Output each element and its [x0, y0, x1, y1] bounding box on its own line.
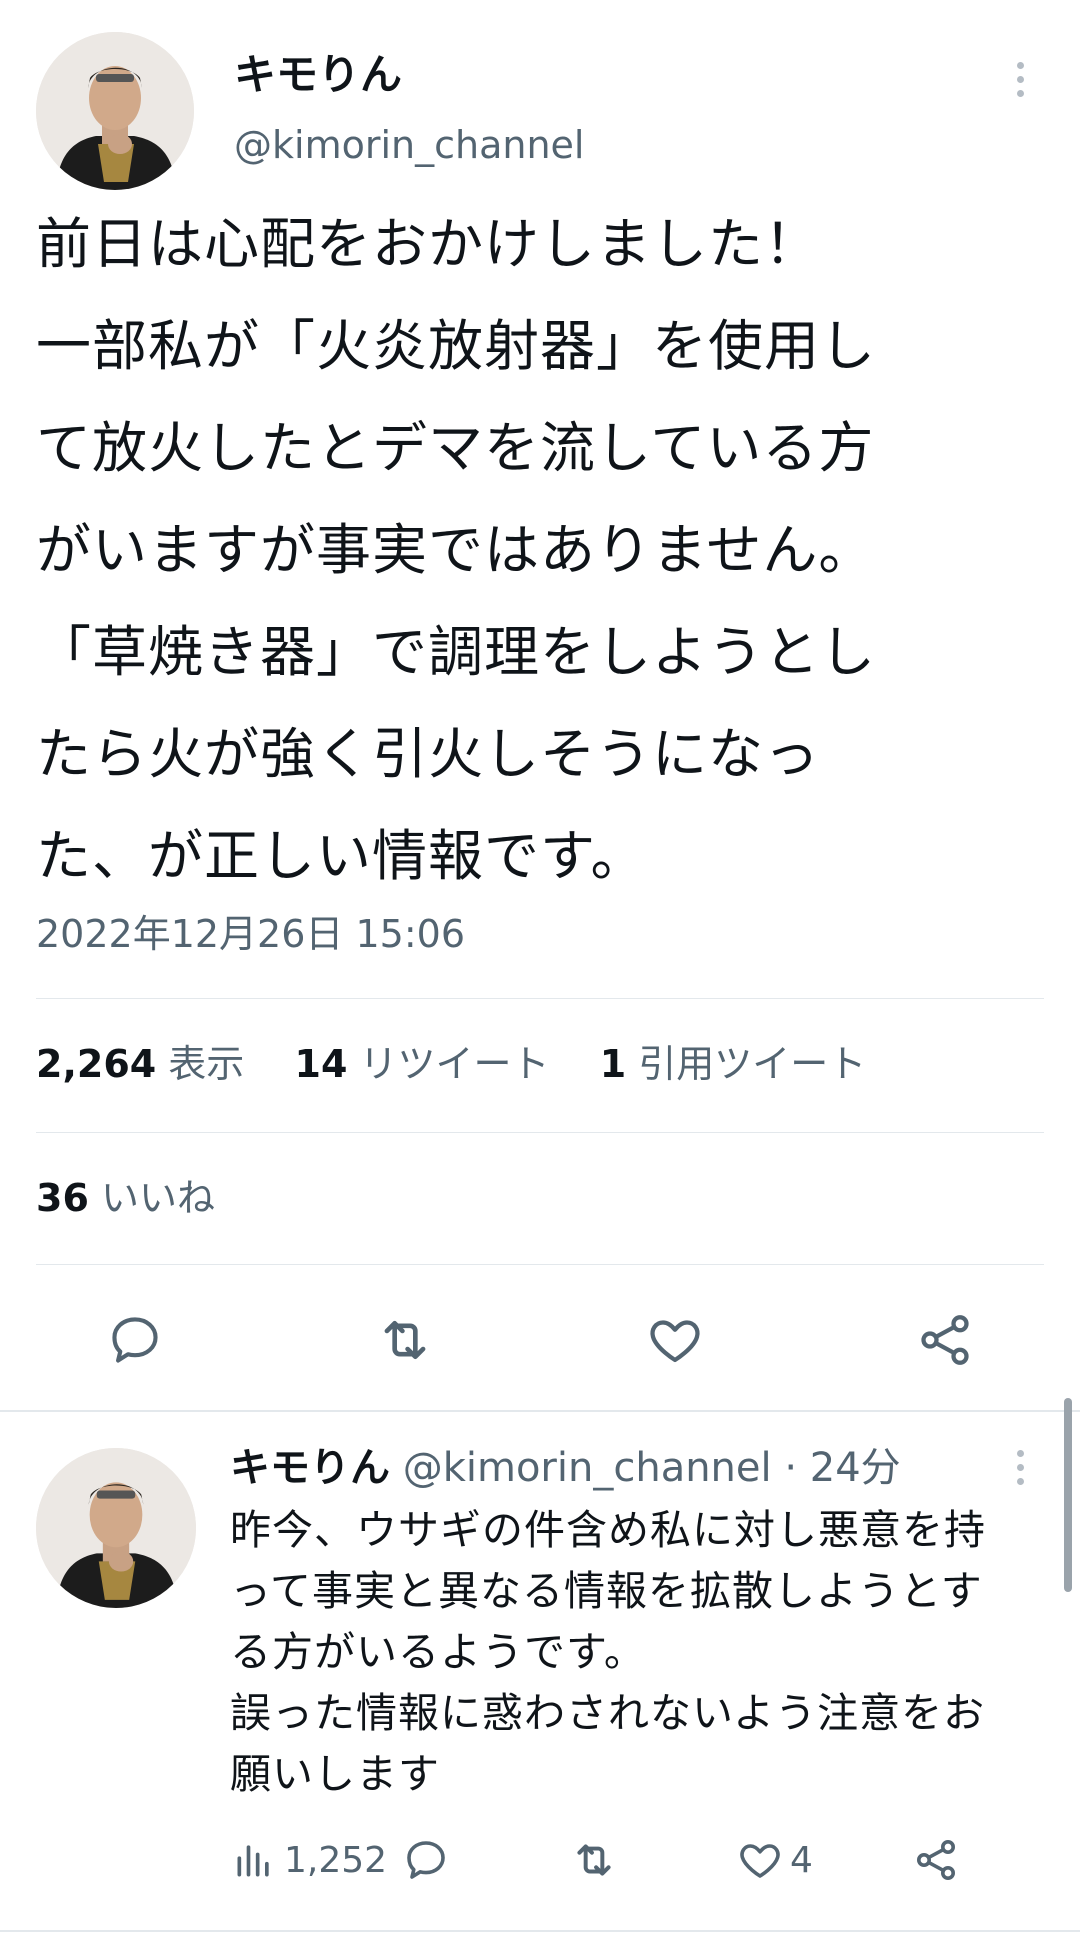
share-icon — [917, 1840, 955, 1880]
avatar-image — [36, 1448, 196, 1608]
divider — [36, 1132, 1044, 1133]
retweets-count: 14 — [294, 1042, 348, 1086]
reply-views-count: 1,252 — [284, 1839, 388, 1881]
tweet-line: た、が正しい情報です。 — [36, 824, 647, 888]
reply-time[interactable]: 24分 — [810, 1445, 901, 1491]
more-options-icon[interactable] — [1015, 62, 1025, 97]
quotes-stat[interactable]: 1 引用ツイート — [600, 1042, 867, 1086]
reply-share-button[interactable] — [908, 1832, 964, 1888]
reply-more-options-icon[interactable] — [1015, 1450, 1025, 1485]
reply-views-button[interactable]: 1,252 — [232, 1832, 387, 1888]
reply-author-avatar[interactable] — [36, 1448, 196, 1608]
retweet-button[interactable] — [370, 1305, 440, 1375]
tweet-line: 前日は心配をおかけしました！ — [36, 212, 821, 276]
tweet-line: 一部私が「火炎放射器」を使用し — [36, 314, 877, 378]
quotes-count: 1 — [599, 1042, 627, 1086]
tweet-timestamp[interactable]: 2022年12月26日 15:06 — [36, 908, 465, 960]
like-button[interactable] — [640, 1305, 710, 1375]
share-icon — [921, 1315, 969, 1365]
reply-text: 昨今、ウサギの件含め私に対し悪意を持 って事実と異なる情報を拡散しようとす る方… — [230, 1500, 1060, 1805]
views-label: 表示 — [168, 1042, 245, 1086]
author-avatar[interactable] — [36, 32, 194, 190]
scrollbar[interactable] — [1064, 1398, 1072, 1592]
avatar-image — [36, 32, 194, 190]
tweet-text: 前日は心配をおかけしました！ 一部私が「火炎放射器」を使用し て放火したとデマを… — [36, 193, 1056, 907]
views-count: 2,264 — [36, 1042, 157, 1086]
reply-likes-count: 4 — [790, 1839, 813, 1881]
quotes-label: 引用ツイート — [638, 1042, 867, 1086]
author-name[interactable]: キモりん — [234, 48, 402, 102]
tweet-line: て放火したとデマを流している方 — [36, 416, 875, 480]
tweet-line: 「草焼き器」で調理をしようとし — [36, 620, 877, 684]
reply-like-button[interactable]: 4 — [736, 1832, 813, 1888]
reply-header: キモりん @kimorin_channel · 24分 — [230, 1440, 901, 1496]
likes-label: いいね — [100, 1176, 215, 1220]
bottom-divider — [0, 1930, 1080, 1932]
tweet-line: たら火が強く引火しそうになっ — [36, 722, 821, 786]
retweet-icon — [384, 1320, 426, 1360]
section-divider — [0, 1410, 1080, 1412]
reply-separator: · — [784, 1445, 798, 1491]
reply-author-handle[interactable]: @kimorin_channel — [403, 1445, 772, 1491]
like-icon — [650, 1320, 700, 1363]
like-icon — [740, 1844, 780, 1878]
likes-stat[interactable]: 36 いいね — [36, 1172, 215, 1224]
reply-author-name[interactable]: キモりん — [230, 1445, 390, 1491]
reply-icon — [407, 1841, 445, 1879]
retweet-icon — [577, 1844, 611, 1876]
divider — [36, 1264, 1044, 1265]
reply-line: 願いします — [230, 1750, 440, 1798]
reply-line: 誤った情報に惑わされないよう注意をお — [230, 1689, 986, 1737]
stats-row: 2,264 表示 14 リツイート 1 引用ツイート — [36, 1038, 866, 1090]
reply-line: る方がいるようです。 — [230, 1628, 646, 1676]
author-handle[interactable]: @kimorin_channel — [234, 120, 584, 170]
retweets-label: リツイート — [359, 1042, 550, 1086]
likes-count: 36 — [36, 1176, 89, 1220]
tweet-line: がいますが事実ではありません。 — [36, 518, 875, 582]
reply-line: 昨今、ウサギの件含め私に対し悪意を持 — [230, 1506, 986, 1554]
share-button[interactable] — [910, 1305, 980, 1375]
reply-icon — [112, 1317, 158, 1363]
reply-button[interactable] — [100, 1305, 170, 1375]
retweets-stat[interactable]: 14 リツイート — [295, 1042, 562, 1086]
reply-reply-button[interactable] — [398, 1832, 454, 1888]
divider — [36, 998, 1044, 999]
reply-retweet-button[interactable] — [566, 1832, 622, 1888]
views-icon — [237, 1845, 269, 1877]
views-stat[interactable]: 2,264 表示 — [36, 1042, 256, 1086]
reply-line: って事実と異なる情報を拡散しようとす — [230, 1567, 983, 1615]
